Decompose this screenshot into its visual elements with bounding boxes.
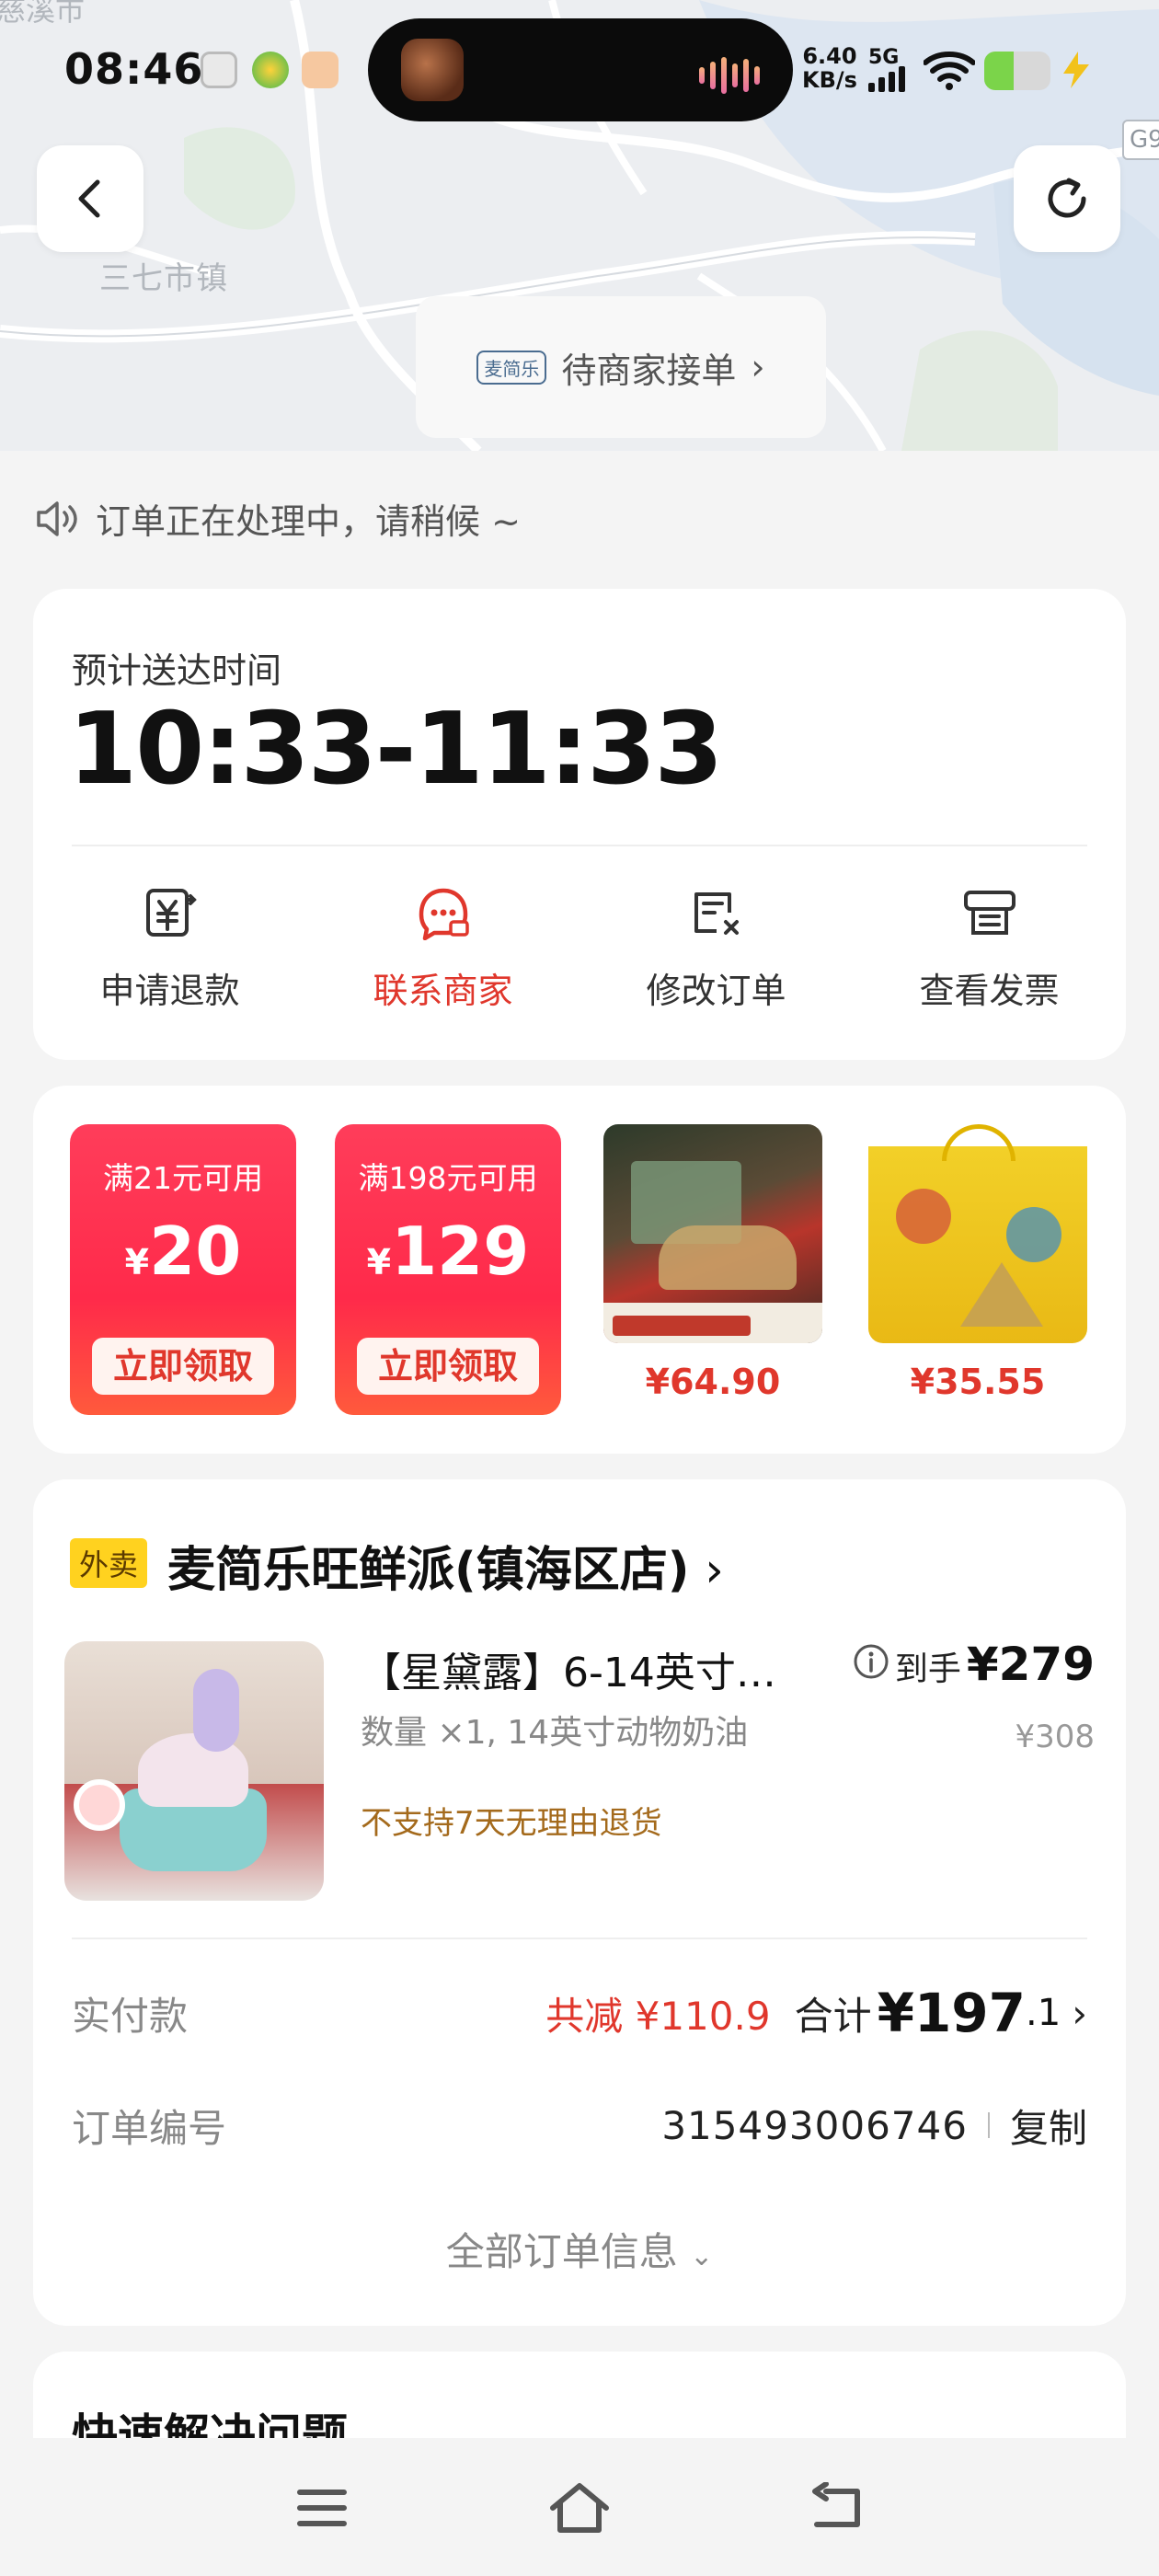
media-thumbnail <box>401 39 464 101</box>
order-status-pill[interactable]: 麦简乐 待商家接单 › <box>416 296 826 438</box>
refund-button[interactable]: 申请退款 <box>33 883 306 1013</box>
eta-time: 10:33-11:33 <box>68 692 723 807</box>
order-number-value: 315493006746 <box>661 2102 968 2148</box>
coupon-amount: ¥20 <box>124 1213 242 1290</box>
price-label: 到手 <box>894 1650 961 1688</box>
divider <box>72 1938 1087 1939</box>
menu-button[interactable] <box>287 2478 357 2537</box>
coupon-condition: 满198元可用 <box>358 1160 538 1196</box>
coupon-card[interactable]: 满21元可用 ¥20 立即领取 <box>70 1124 296 1415</box>
payment-row[interactable]: 实付款 共减 ¥110.9 合计 ¥197 .1 › <box>72 1976 1087 2050</box>
charging-icon <box>1063 52 1089 88</box>
coupon-amount: ¥129 <box>366 1213 530 1290</box>
signal-icon <box>868 66 905 92</box>
refresh-button[interactable] <box>1014 145 1120 252</box>
battery-level <box>984 52 1015 90</box>
order-card: 外卖 麦简乐旺鲜派(镇海区店) › 【星黛露】6-14英寸… 数量 ×1, 14… <box>33 1479 1126 2326</box>
total-label: 合计 <box>794 1993 872 2039</box>
return-policy: 不支持7天无理由退货 <box>361 1805 662 1842</box>
goods-price: 到手 ¥279 <box>853 1638 1095 1691</box>
product-image <box>868 1124 1087 1343</box>
home-button[interactable] <box>545 2478 614 2537</box>
refund-label: 申请退款 <box>99 971 240 1011</box>
dynamic-island[interactable] <box>368 18 793 121</box>
home-icon <box>550 2483 609 2533</box>
battery-icon <box>984 52 1050 90</box>
app-notification-icon-2 <box>302 52 339 88</box>
merchant-logo: 麦简乐 <box>476 350 547 385</box>
total-decimal: .1 <box>1026 1992 1061 2034</box>
claim-coupon-button[interactable]: 立即领取 <box>92 1338 274 1395</box>
chevron-down-icon: ⌄ <box>690 2240 714 2272</box>
contact-merchant-button[interactable]: 联系商家 <box>306 883 580 1013</box>
product-card[interactable]: ¥64.90 <box>602 1124 824 1402</box>
info-icon[interactable] <box>853 1643 889 1680</box>
copy-button[interactable]: 复制 <box>1010 2098 1087 2154</box>
notice-text: 订单正在处理中，请稍候 ~ <box>96 501 521 542</box>
wifi-icon <box>924 52 975 90</box>
product-card[interactable]: ¥35.55 <box>866 1124 1089 1402</box>
back-nav-button[interactable] <box>802 2478 872 2537</box>
menu-icon <box>297 2490 347 2526</box>
edit-order-button[interactable]: 修改订单 <box>580 883 853 1013</box>
speaker-icon <box>37 500 77 536</box>
network-speed: 6.40 KB/s <box>802 43 857 93</box>
promo-card: 满21元可用 ¥20 立即领取 满198元可用 ¥129 立即领取 ¥64.90… <box>33 1086 1126 1454</box>
system-nav-bar <box>0 2438 1159 2576</box>
shop-name-link[interactable]: 麦简乐旺鲜派(镇海区店) › <box>167 1531 724 1600</box>
discount-amount: 共减 ¥110.9 <box>545 1993 771 2039</box>
audio-wave-icon <box>699 57 760 94</box>
goods-spec: 数量 ×1, 14英寸动物奶油 <box>361 1714 749 1752</box>
separator <box>987 2112 990 2138</box>
coupon-card[interactable]: 满198元可用 ¥129 立即领取 <box>335 1124 561 1415</box>
invoice-label: 查看发票 <box>919 971 1060 1011</box>
delivery-tag: 外卖 <box>70 1538 148 1588</box>
refresh-icon <box>1048 178 1086 218</box>
chevron-right-icon: › <box>689 1543 724 1598</box>
order-number-row: 订单编号 315493006746 复制 <box>72 2088 1087 2162</box>
divider <box>72 845 1087 846</box>
goods-image[interactable] <box>64 1641 324 1901</box>
camera-notification-icon <box>201 52 237 88</box>
back-arrow-icon <box>78 179 100 218</box>
return-icon <box>812 2482 860 2527</box>
invoice-button[interactable]: 查看发票 <box>853 883 1126 1013</box>
price-value: ¥279 <box>966 1638 1095 1691</box>
chevron-right-icon: › <box>1072 1990 1087 2036</box>
coupon-condition: 满21元可用 <box>103 1160 263 1196</box>
edit-order-label: 修改订单 <box>646 971 786 1011</box>
back-button[interactable] <box>37 145 143 252</box>
clock: 08:46 <box>64 44 204 94</box>
edit-order-icon <box>694 892 739 935</box>
order-number-label: 订单编号 <box>72 2105 227 2151</box>
map-town-label: 三七市镇 <box>99 260 228 297</box>
invoice-icon <box>963 891 1016 935</box>
refund-icon <box>145 889 197 937</box>
order-actions: 申请退款 联系商家 修改订单 查看发票 <box>33 883 1126 1013</box>
chat-merchant-icon <box>419 888 469 940</box>
app-notification-icon <box>252 52 289 88</box>
eta-card: 预计送达时间 10:33-11:33 申请退款 联系商家 修改订单 查看发票 <box>33 589 1126 1060</box>
product-price: ¥64.90 <box>645 1362 781 1402</box>
payment-label: 实付款 <box>72 1993 189 2039</box>
status-bar: 08:46 6.40 KB/s 5G <box>0 0 1159 138</box>
product-price: ¥35.55 <box>910 1362 1046 1402</box>
total-amount: ¥197 <box>877 1982 1027 2044</box>
goods-title: 【星黛露】6-14英寸… <box>361 1650 776 1696</box>
all-order-info-button[interactable]: 全部订单信息 ⌄ <box>33 2221 1126 2277</box>
eta-label: 预计送达时间 <box>72 650 282 691</box>
chevron-right-icon: › <box>751 347 765 387</box>
product-image <box>603 1124 822 1343</box>
contact-merchant-label: 联系商家 <box>373 971 513 1011</box>
original-price: ¥308 <box>1015 1719 1095 1755</box>
order-status-text: 待商家接单 <box>561 350 737 391</box>
claim-coupon-button[interactable]: 立即领取 <box>357 1338 539 1395</box>
processing-notice: 订单正在处理中，请稍候 ~ <box>35 493 521 544</box>
